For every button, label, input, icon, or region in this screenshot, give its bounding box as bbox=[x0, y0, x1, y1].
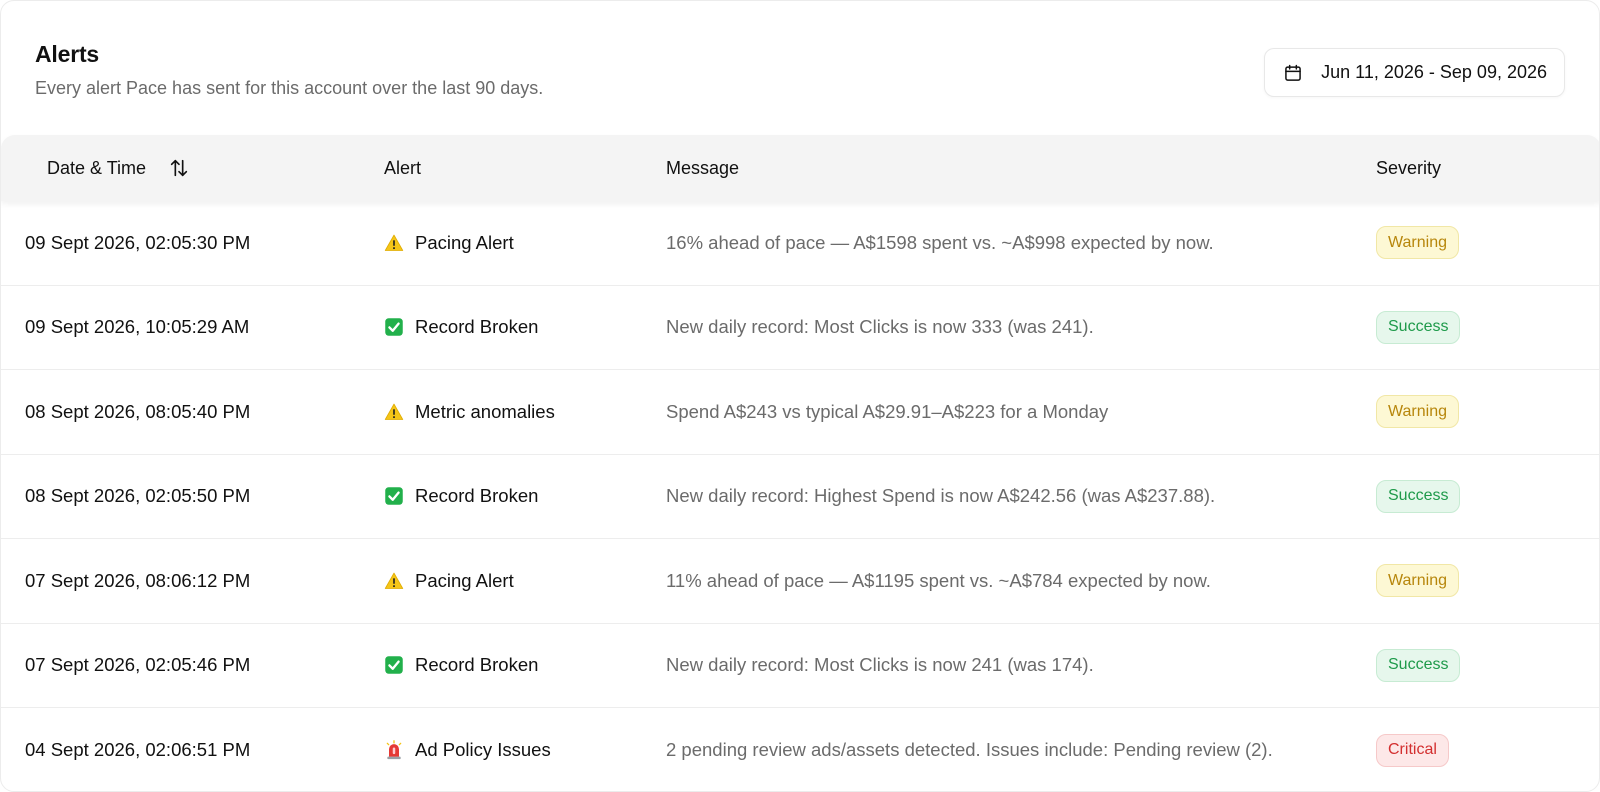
row-severity: Warning bbox=[1376, 201, 1459, 285]
page-subtitle: Every alert Pace has sent for this accou… bbox=[35, 78, 544, 98]
table-row[interactable]: 09 Sept 2026, 10:05:29 AM Record Broken … bbox=[1, 286, 1599, 370]
warning-icon bbox=[384, 233, 404, 253]
row-alert: Record Broken bbox=[384, 286, 538, 370]
row-message: New daily record: Highest Spend is now A… bbox=[666, 485, 1216, 507]
check-icon bbox=[384, 486, 404, 506]
column-header-date[interactable]: Date & Time bbox=[47, 157, 190, 179]
row-alert-label: Metric anomalies bbox=[415, 400, 555, 422]
row-message: 11% ahead of pace — A$1195 spent vs. ~A$… bbox=[666, 569, 1211, 591]
column-header-alert: Alert bbox=[384, 157, 422, 178]
severity-badge: Success bbox=[1376, 479, 1461, 513]
row-alert: Record Broken bbox=[384, 624, 538, 708]
check-icon bbox=[384, 655, 404, 675]
row-date: 04 Sept 2026, 02:06:51 PM bbox=[25, 739, 251, 761]
row-severity: Critical bbox=[1376, 708, 1449, 791]
row-message: New daily record: Most Clicks is now 241… bbox=[666, 654, 1094, 676]
row-alert-label: Ad Policy Issues bbox=[415, 739, 551, 761]
row-message: 2 pending review ads/assets detected. Is… bbox=[666, 739, 1273, 761]
row-severity: Success bbox=[1376, 455, 1461, 539]
table-row[interactable]: 08 Sept 2026, 02:05:50 PM Record Broken … bbox=[1, 455, 1599, 539]
row-date: 07 Sept 2026, 08:06:12 PM bbox=[25, 569, 251, 591]
siren-icon bbox=[384, 740, 404, 760]
row-date: 09 Sept 2026, 10:05:29 AM bbox=[25, 316, 250, 338]
row-alert: Metric anomalies bbox=[384, 370, 555, 454]
alerts-card: Alerts Every alert Pace has sent for thi… bbox=[0, 0, 1600, 792]
table-row[interactable]: 08 Sept 2026, 08:05:40 PM Metric anomali… bbox=[1, 370, 1599, 455]
severity-badge: Warning bbox=[1376, 226, 1459, 260]
row-date: 09 Sept 2026, 02:05:30 PM bbox=[25, 231, 251, 253]
column-header-message: Message bbox=[666, 157, 740, 178]
column-header-severity: Severity bbox=[1376, 157, 1442, 178]
row-alert: Pacing Alert bbox=[384, 201, 514, 285]
check-icon bbox=[384, 317, 404, 337]
row-message: Spend A$243 vs typical A$29.91–A$223 for… bbox=[666, 400, 1109, 422]
row-severity: Warning bbox=[1376, 539, 1459, 623]
row-date: 07 Sept 2026, 02:05:46 PM bbox=[25, 654, 251, 676]
table-body: 09 Sept 2026, 02:05:30 PM Pacing Alert 1… bbox=[1, 201, 1599, 791]
table-header: Date & Time Alert Message Severity bbox=[1, 135, 1599, 201]
warning-icon bbox=[384, 571, 404, 591]
table-row[interactable]: 07 Sept 2026, 08:06:12 PM Pacing Alert 1… bbox=[1, 539, 1599, 624]
row-alert-label: Record Broken bbox=[415, 654, 539, 676]
row-alert: Record Broken bbox=[384, 455, 538, 539]
row-alert: Ad Policy Issues bbox=[384, 708, 551, 791]
table-row[interactable]: 04 Sept 2026, 02:06:51 PM Ad Policy Issu… bbox=[1, 708, 1599, 791]
page-title: Alerts bbox=[35, 41, 99, 67]
row-alert-label: Record Broken bbox=[415, 485, 539, 507]
severity-badge: Success bbox=[1376, 648, 1461, 682]
row-alert: Pacing Alert bbox=[384, 539, 514, 623]
row-severity: Success bbox=[1376, 286, 1461, 370]
row-date: 08 Sept 2026, 08:05:40 PM bbox=[25, 400, 251, 422]
date-range-picker[interactable]: Jun 11, 2026 - Sep 09, 2026 bbox=[1264, 48, 1565, 97]
table-row[interactable]: 07 Sept 2026, 02:05:46 PM Record Broken … bbox=[1, 624, 1599, 708]
severity-badge: Warning bbox=[1376, 395, 1459, 429]
page-header: Alerts Every alert Pace has sent for thi… bbox=[35, 41, 543, 99]
calendar-icon bbox=[1285, 64, 1301, 81]
severity-badge: Critical bbox=[1376, 733, 1449, 767]
row-date: 08 Sept 2026, 02:05:50 PM bbox=[25, 485, 251, 507]
column-header-date-label: Date & Time bbox=[47, 157, 147, 178]
row-message: New daily record: Most Clicks is now 333… bbox=[666, 316, 1094, 338]
date-range-label: Jun 11, 2026 - Sep 09, 2026 bbox=[1321, 62, 1547, 82]
table-row[interactable]: 09 Sept 2026, 02:05:30 PM Pacing Alert 1… bbox=[1, 201, 1599, 286]
row-alert-label: Pacing Alert bbox=[415, 231, 514, 253]
row-severity: Success bbox=[1376, 624, 1461, 708]
sort-icon[interactable] bbox=[168, 157, 190, 179]
row-severity: Warning bbox=[1376, 370, 1459, 454]
severity-badge: Success bbox=[1376, 310, 1461, 344]
row-message: 16% ahead of pace — A$1598 spent vs. ~A$… bbox=[666, 231, 1214, 253]
severity-badge: Warning bbox=[1376, 564, 1459, 598]
warning-icon bbox=[384, 402, 404, 422]
row-alert-label: Pacing Alert bbox=[415, 569, 514, 591]
row-alert-label: Record Broken bbox=[415, 316, 539, 338]
